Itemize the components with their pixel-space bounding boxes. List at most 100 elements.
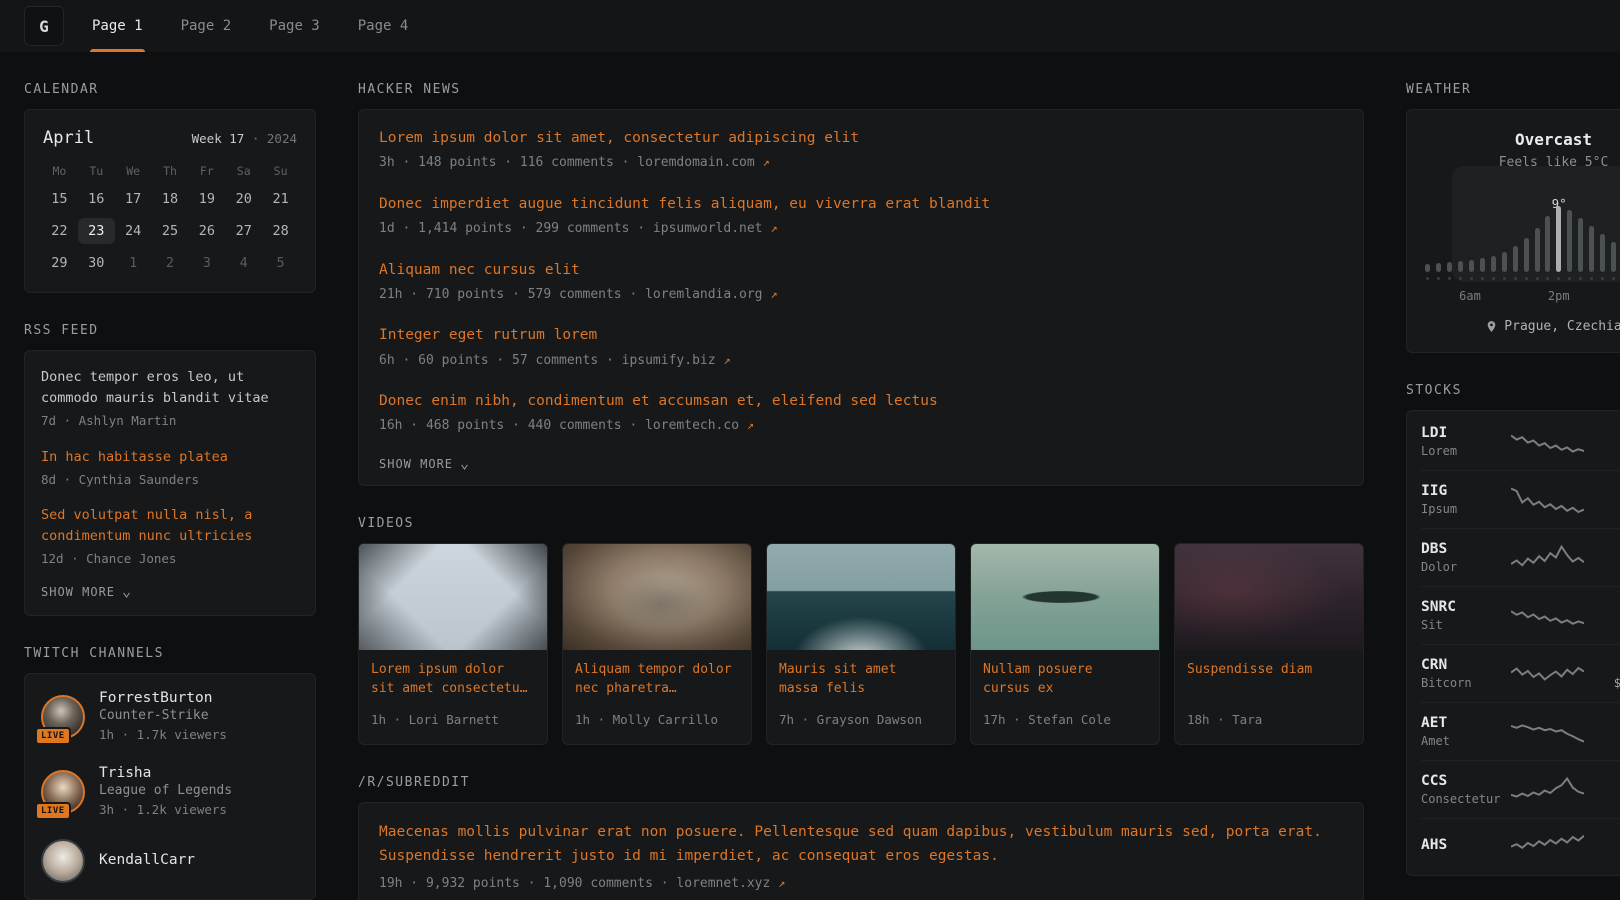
video-thumbnail[interactable] [767, 544, 955, 650]
stock-symbol: AET [1421, 715, 1505, 731]
calendar-day: 25 [152, 218, 189, 244]
stock-row[interactable]: SNRC Sit +1.36% $148.64 [1421, 586, 1620, 644]
calendar-day: 27 [225, 218, 262, 244]
hn-item-link[interactable]: Donec imperdiet augue tincidunt felis al… [379, 194, 1343, 214]
stock-row[interactable]: AHS +0.46% [1421, 818, 1620, 873]
external-link-icon[interactable]: ↗ [778, 876, 785, 890]
app-logo[interactable]: G [24, 6, 64, 46]
hn-show-more-button[interactable]: SHOW MORE ⌄ [379, 457, 470, 471]
stock-values: +2.84% $42.04 [1590, 483, 1620, 516]
stock-symbol: IIG [1421, 483, 1505, 499]
subreddit-widget: Maecenas mollis pulvinar erat non posuer… [358, 802, 1364, 900]
stock-sparkline [1505, 543, 1590, 573]
calendar-day: 17 [115, 186, 152, 212]
stock-row[interactable]: DBS Dolor +1.42% $156.28 [1421, 528, 1620, 586]
stock-row[interactable]: AET Amet +0.92% $499.72 [1421, 702, 1620, 760]
twitch-channel[interactable]: LIVE Trisha League of Legends 3h · 1.2k … [41, 765, 299, 820]
chevron-down-icon: ⌄ [460, 460, 470, 468]
stock-sparkline [1505, 831, 1590, 861]
rss-item: Donec tempor eros leo, ut commodo mauris… [41, 367, 299, 431]
calendar-day: 24 [115, 218, 152, 244]
video-thumbnail[interactable] [1175, 544, 1363, 650]
stock-price: $66,171.48 [1590, 676, 1620, 690]
hn-item-link[interactable]: Integer eget rutrum lorem [379, 325, 1343, 345]
hn-item: Donec enim nibh, condimentum et accumsan… [379, 391, 1343, 436]
video-thumbnail[interactable] [359, 544, 547, 650]
weather-bar [1436, 196, 1441, 280]
weather-widget: Overcast Feels like 5°C 9° 6am2pm10pm Pr… [1406, 109, 1620, 353]
hn-item-meta-text: 1d · 1,414 points · 299 comments · ipsum… [379, 221, 763, 236]
channel-name: ForrestBurton [99, 690, 227, 706]
calendar-week: Week 17 [192, 131, 245, 146]
page-tab[interactable]: Page 2 [181, 0, 232, 52]
stock-symbol: DBS [1421, 541, 1505, 557]
external-link-icon[interactable]: ↗ [747, 418, 754, 432]
stock-name: Amet [1421, 734, 1505, 748]
stock-sparkline [1505, 775, 1590, 805]
video-title-link[interactable]: Suspendisse diam [1175, 650, 1363, 700]
section-title-videos: VIDEOS [358, 516, 1364, 531]
video-title-link[interactable]: Aliquam tempor dolor nec pharetra… [563, 650, 751, 700]
video-list: Lorem ipsum dolor sit amet consectetu… 1… [358, 543, 1364, 745]
subreddit-post-meta-text: 19h · 9,932 points · 1,090 comments · lo… [379, 876, 770, 891]
stock-name: Lorem [1421, 444, 1505, 458]
page-tab[interactable]: Page 1 [92, 0, 143, 52]
external-link-icon[interactable]: ↗ [770, 221, 777, 235]
calendar-weekday: Fr [188, 162, 225, 186]
video-thumbnail[interactable] [971, 544, 1159, 650]
subreddit-post-link[interactable]: Maecenas mollis pulvinar erat non posuer… [379, 821, 1343, 869]
rss-show-more-button[interactable]: SHOW MORE ⌄ [41, 585, 132, 599]
external-link-icon[interactable]: ↗ [770, 287, 777, 301]
stock-change: +4.35% [1590, 425, 1620, 441]
weather-time-label: 2pm [1548, 289, 1570, 303]
stock-row[interactable]: IIG Ipsum +2.84% $42.04 [1421, 470, 1620, 528]
twitch-widget: LIVE ForrestBurton Counter-Strike 1h · 1… [24, 673, 316, 900]
rss-item: Sed volutpat nulla nisl, a condimentum n… [41, 505, 299, 569]
stock-sparkline [1505, 485, 1590, 515]
stock-row[interactable]: CRN Bitcorn -1.00% $66,171.48 [1421, 644, 1620, 702]
twitch-channel[interactable]: LIVE ForrestBurton Counter-Strike 1h · 1… [41, 690, 299, 745]
external-link-icon[interactable]: ↗ [763, 155, 770, 169]
stock-change: +0.92% [1590, 715, 1620, 731]
calendar-weekday: We [115, 162, 152, 186]
channel-game: Counter-Strike [99, 708, 227, 723]
rss-item-link[interactable]: Donec tempor eros leo, ut commodo mauris… [41, 367, 299, 409]
stock-id: AET Amet [1421, 715, 1505, 748]
rss-item-link[interactable]: In hac habitasse platea [41, 447, 299, 468]
stock-id: CRN Bitcorn [1421, 657, 1505, 690]
video-title-link[interactable]: Nullam posuere cursus ex [971, 650, 1159, 700]
external-link-icon[interactable]: ↗ [723, 353, 730, 367]
stock-row[interactable]: CCS Consectetur +0.51% $165.84 [1421, 760, 1620, 818]
weather-bar [1545, 196, 1550, 280]
stock-values: +1.36% $148.64 [1590, 599, 1620, 632]
calendar-day: 21 [262, 186, 299, 212]
video-title-link[interactable]: Mauris sit amet massa felis [767, 650, 955, 700]
video-card: Aliquam tempor dolor nec pharetra… 1h · … [562, 543, 752, 745]
hn-item-link[interactable]: Aliquam nec cursus elit [379, 260, 1343, 280]
calendar-day: 26 [188, 218, 225, 244]
hn-item-link[interactable]: Lorem ipsum dolor sit amet, consectetur … [379, 128, 1343, 148]
twitch-channel[interactable]: LIVE KendallCarr [41, 839, 299, 883]
rss-item-link[interactable]: Sed volutpat nulla nisl, a condimentum n… [41, 505, 299, 547]
calendar-day: 29 [41, 250, 78, 276]
hn-item-link[interactable]: Donec enim nibh, condimentum et accumsan… [379, 391, 1343, 411]
weather-bar [1567, 196, 1572, 280]
stock-name: Ipsum [1421, 502, 1505, 516]
stock-name: Dolor [1421, 560, 1505, 574]
page-tab[interactable]: Page 3 [269, 0, 320, 52]
channel-name: Trisha [99, 765, 232, 781]
stock-id: IIG Ipsum [1421, 483, 1505, 516]
rss-widget: Donec tempor eros leo, ut commodo mauris… [24, 350, 316, 616]
page-tab[interactable]: Page 4 [358, 0, 409, 52]
show-more-label: SHOW MORE [379, 457, 453, 471]
video-title-link[interactable]: Lorem ipsum dolor sit amet consectetu… [359, 650, 547, 700]
section-title-subreddit: /R/SUBREDDIT [358, 775, 1364, 790]
calendar-day: 19 [188, 186, 225, 212]
video-thumbnail[interactable] [563, 544, 751, 650]
channel-name: KendallCarr [99, 852, 195, 868]
stock-symbol: AHS [1421, 837, 1505, 853]
video-meta: 1h · Molly Carrillo [563, 703, 751, 744]
hn-item-meta-text: 21h · 710 points · 579 comments · loreml… [379, 287, 763, 302]
section-title-hackernews: HACKER NEWS [358, 82, 1364, 97]
stock-row[interactable]: LDI Lorem +4.35% $795.18 [1421, 413, 1620, 470]
